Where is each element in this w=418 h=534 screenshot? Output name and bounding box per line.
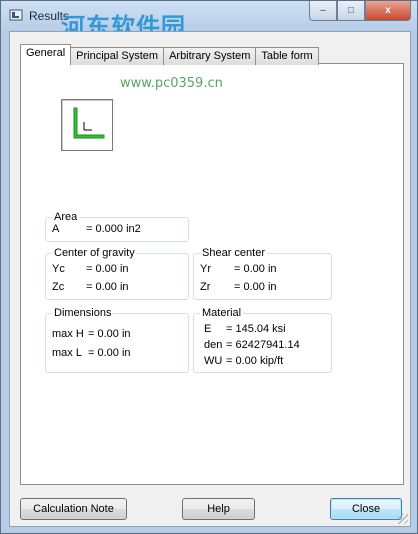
max-l-value: = 0.00 in [88, 347, 131, 359]
den-value: = 62427941.14 [226, 339, 300, 351]
close-window-button[interactable]: x [365, 1, 411, 21]
watermark-url: www.pc0359.cn [120, 76, 223, 91]
cog-row-zc: Zc = 0.00 in [52, 281, 129, 293]
zr-label: Zr [200, 281, 211, 293]
shear-row-zr: Zr = 0.00 in [200, 281, 277, 293]
material-title: Material [200, 307, 244, 319]
yc-value: = 0.00 in [86, 263, 129, 275]
resize-grip[interactable] [398, 514, 408, 524]
mat-row-wu: WU = 0.00 kip/ft [204, 355, 283, 367]
material-group: Material E = 145.04 ksi den = 62427941.14 … [193, 307, 332, 373]
cog-row-yc: Yc = 0.00 in [52, 263, 129, 275]
dim-row-max-l: max L = 0.00 in [52, 347, 131, 359]
section-shape-preview [61, 99, 113, 151]
general-panel: Area A = 0.000 in2 Center of gravity Yc = … [20, 63, 404, 485]
title-bar[interactable]: Results 河东软件园 – □ x [1, 1, 417, 41]
caption-buttons: – □ x [309, 1, 411, 21]
e-value: = 145.04 ksi [226, 323, 286, 335]
tab-strip: General Principal System Arbitrary Syste… [20, 44, 319, 65]
yc-label: Yc [52, 263, 65, 275]
yr-value: = 0.00 in [234, 263, 277, 275]
app-icon [9, 9, 23, 21]
zc-label: Zc [52, 281, 65, 293]
tab-table-form[interactable]: Table form [255, 47, 319, 65]
area-title: Area [52, 211, 80, 223]
den-label: den [204, 339, 223, 351]
area-value: = 0.000 in2 [86, 223, 141, 235]
mat-row-den: den = 62427941.14 [204, 339, 300, 351]
wu-value: = 0.00 kip/ft [226, 355, 284, 367]
results-window: Results 河东软件园 – □ x General Principal Sy… [0, 0, 418, 534]
angle-section-icon [73, 107, 105, 139]
shear-row-yr: Yr = 0.00 in [200, 263, 277, 275]
area-row: A = 0.000 in2 [52, 223, 141, 235]
zr-value: = 0.00 in [234, 281, 277, 293]
area-group: Area A = 0.000 in2 [45, 211, 189, 242]
yr-label: Yr [200, 263, 211, 275]
mat-row-e: E = 145.04 ksi [204, 323, 286, 335]
calculation-note-button[interactable]: Calculation Note [20, 498, 127, 520]
max-l-label: max L [52, 347, 82, 359]
dimensions-title: Dimensions [52, 307, 114, 319]
max-h-value: = 0.00 in [88, 328, 131, 340]
dialog-client: General Principal System Arbitrary Syste… [9, 31, 411, 527]
shear-center-title: Shear center [200, 247, 267, 259]
dimensions-group: Dimensions max H = 0.00 in max L = 0.00 in [45, 307, 189, 373]
close-button[interactable]: Close [330, 498, 402, 520]
center-of-gravity-group: Center of gravity Yc = 0.00 in Zc = 0.00 i… [45, 247, 189, 300]
dim-row-max-h: max H = 0.00 in [52, 328, 131, 340]
shear-center-group: Shear center Yr = 0.00 in Zr = 0.00 in [193, 247, 332, 300]
center-of-gravity-title: Center of gravity [52, 247, 137, 259]
e-label: E [204, 323, 212, 335]
tab-general[interactable]: General [20, 44, 72, 65]
wu-label: WU [204, 355, 223, 367]
maximize-button[interactable]: □ [337, 1, 365, 21]
help-button[interactable]: Help [182, 498, 255, 520]
zc-value: = 0.00 in [86, 281, 129, 293]
max-h-label: max H [52, 328, 84, 340]
minimize-button[interactable]: – [309, 1, 337, 21]
tab-arbitrary-system[interactable]: Arbitrary System [163, 47, 257, 65]
tab-principal-system[interactable]: Principal System [70, 47, 165, 65]
area-label: A [52, 223, 60, 235]
